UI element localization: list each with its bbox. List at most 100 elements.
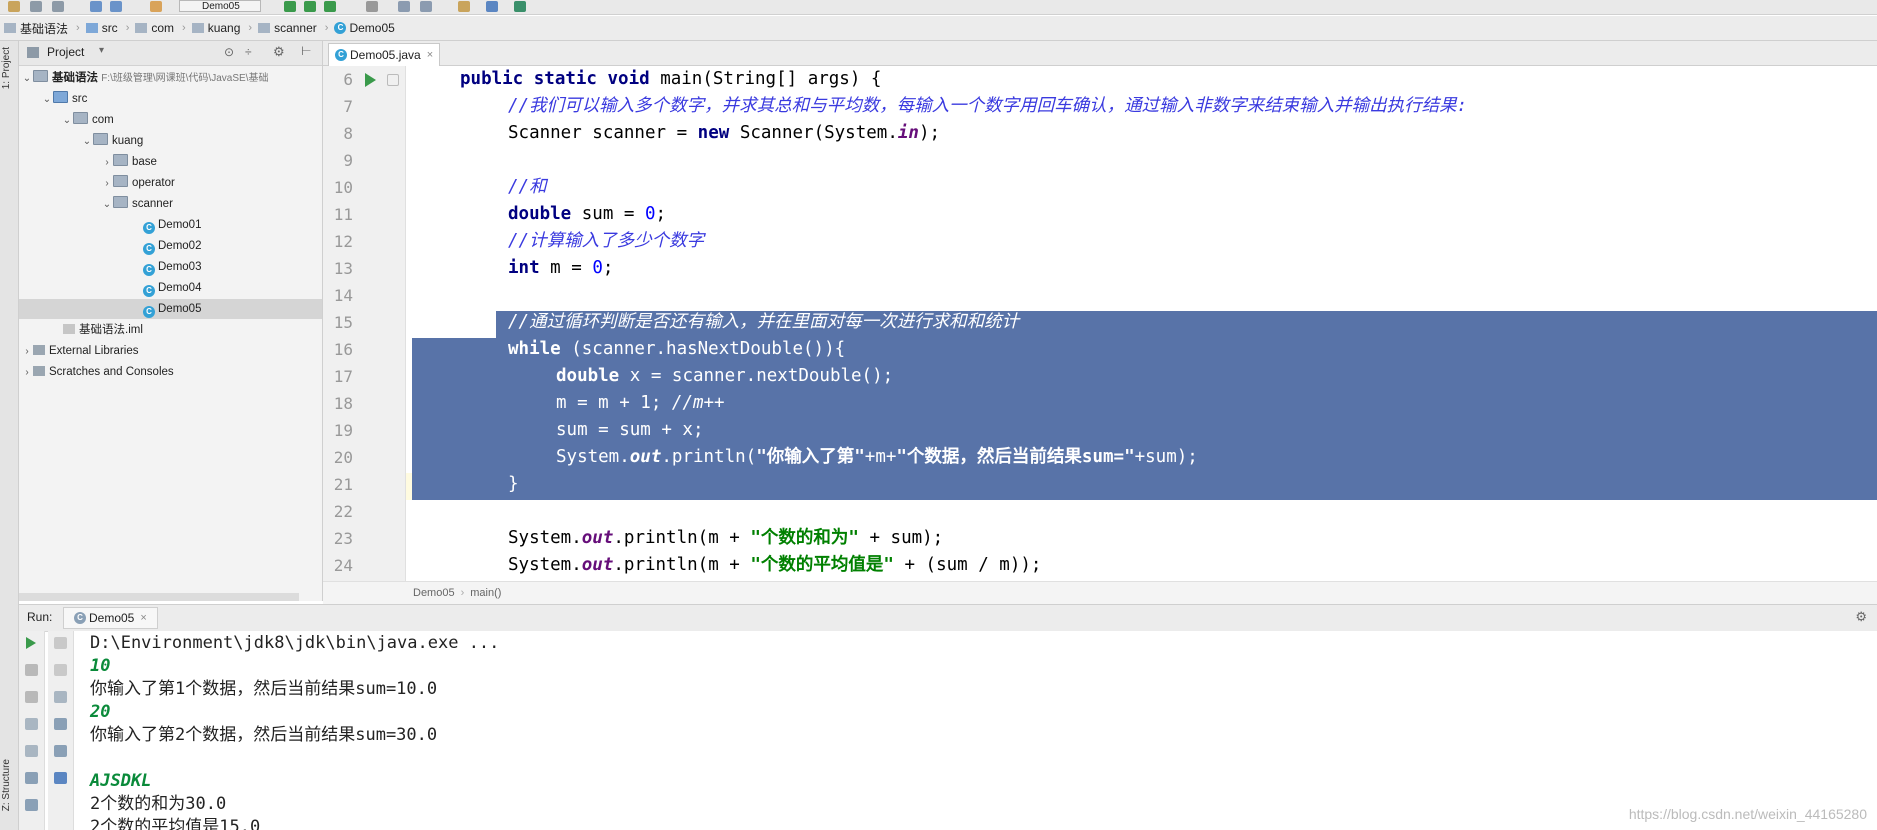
tree-item-scratches[interactable]: › Scratches and Consoles [21,362,174,382]
chevron-down-icon[interactable]: ▾ [99,45,104,56]
collapse-all-icon[interactable]: ÷ [245,45,252,59]
crumb-kuang[interactable]: kuang [188,18,247,38]
console-output[interactable]: D:\Environment\jdk8\jdk\bin\java.exe ...… [74,631,1877,830]
run-icon[interactable] [284,1,296,12]
arrow-up-icon[interactable] [54,637,67,649]
tree-item-demo05[interactable]: C Demo05 [19,299,322,319]
chevron-down-icon: ⌄ [82,136,92,147]
save-icon[interactable] [30,1,42,12]
tree-item-demo04[interactable]: C Demo04 [143,278,201,298]
close-icon[interactable]: × [427,49,433,61]
crumb-scanner[interactable]: scanner [254,18,323,38]
crumb-method[interactable]: main() [470,587,501,599]
run-gutter-icon[interactable] [365,73,376,87]
close-icon[interactable]: × [140,612,146,624]
fold-icon[interactable] [387,74,399,86]
line-number: 11 [333,205,353,224]
settings-icon[interactable] [458,1,470,12]
hide-panel-icon[interactable]: ⊢ [301,44,311,58]
soft-wrap-icon[interactable] [54,691,67,703]
dump-threads-icon[interactable] [25,718,38,730]
tree-item-demo01[interactable]: C Demo01 [143,215,201,235]
rerun-icon[interactable] [26,637,36,649]
line-number: 18 [333,394,353,413]
tree-item-iml[interactable]: 基础语法.iml [63,320,143,340]
exit-icon[interactable] [25,745,38,757]
file-icon [63,324,75,334]
tree-item-demo02[interactable]: C Demo02 [143,236,201,256]
chevron-right-icon: › [105,157,109,168]
run-panel-header: Run: C Demo05 × ⚙ [19,604,1877,632]
line-number: 14 [333,286,353,305]
debug-icon[interactable] [304,1,316,12]
print-icon[interactable] [54,745,67,757]
run-tab-demo05[interactable]: C Demo05 × [63,607,158,629]
class-icon: C [335,49,347,61]
tree-item-scanner[interactable]: ⌄ scanner [101,194,173,214]
editor-breadcrumb: Demo05 › main() [323,581,1877,604]
tab-demo05-java[interactable]: C Demo05.java × [328,43,441,66]
line-number: 17 [333,367,353,386]
tree-item-demo03[interactable]: C Demo03 [143,257,201,277]
crumb-class[interactable]: Demo05 [413,587,455,599]
code-line: //通过循环判断是否还有输入，并在里面对每一次进行求和和统计 [508,312,1020,332]
tree-item-external-libraries[interactable]: › External Libraries [21,341,138,361]
crumb-project[interactable]: 基础语法 [0,18,74,38]
chevron-right-icon: › [125,22,130,34]
crumb-demo05[interactable]: C Demo05 [330,18,400,38]
tree-item-kuang[interactable]: ⌄ kuang [81,131,143,151]
vcs-icon[interactable] [398,1,410,12]
chevron-right-icon: › [460,587,465,599]
line-number: 9 [343,151,353,170]
layout-icon[interactable] [25,772,38,784]
code-line: System.out.println("你输入了第"+m+"个数据，然后当前结果… [556,447,1198,467]
console-input-line: AJSDKL [90,771,152,791]
forward-icon[interactable] [110,1,122,12]
line-number: 7 [343,97,353,116]
line-number: 22 [333,502,353,521]
tree-item-operator[interactable]: › operator [101,173,175,193]
code-line: while (scanner.hasNextDouble()){ [508,339,846,359]
project-view-select[interactable]: Project [47,45,84,59]
scratches-icon [33,366,45,376]
tree-item-base[interactable]: › base [101,152,157,172]
structure-tool-tab[interactable]: Z: Structure [1,759,12,811]
console-input-line: 20 [90,702,111,722]
gear-icon[interactable]: ⚙ [1855,609,1867,625]
open-icon[interactable] [8,1,20,12]
horizontal-scrollbar[interactable] [19,593,299,601]
sync-icon[interactable] [52,1,64,12]
code-line: //我们可以输入多个数字，并求其总和与平均数，每输入一个数字用回车确认，通过输入… [508,96,1468,116]
pin-icon[interactable] [25,799,38,811]
stop-icon[interactable] [25,664,38,676]
project-structure-icon[interactable] [486,1,498,12]
back-icon[interactable] [90,1,102,12]
coverage-icon[interactable] [324,1,336,12]
pause-icon[interactable] [25,691,38,703]
chevron-right-icon: › [248,22,253,34]
crumb-com[interactable]: com [131,18,180,38]
trash-icon[interactable] [54,772,67,784]
stop-icon[interactable] [366,1,378,12]
folder-icon [113,154,128,166]
tree-item-com[interactable]: ⌄ com [61,110,114,130]
tree-item-root[interactable]: ⌄ 基础语法 F:\班级管理\网课班\代码\JavaSE\基础 [21,68,268,88]
line-number: 13 [333,259,353,278]
arrow-down-icon[interactable] [54,664,67,676]
locate-icon[interactable]: ⊙ [224,45,234,59]
project-tool-tab[interactable]: 1: Project [1,47,12,89]
project-panel-header: Project ▾ ⊙ ÷ ⚙ ⊢ [19,41,322,66]
run-config-select[interactable]: Demo05 [179,0,261,12]
line-number: 8 [343,124,353,143]
gear-icon[interactable]: ⚙ [273,44,285,60]
code-line: m = m + 1; //m++ [556,393,725,413]
structure-icon[interactable] [420,1,432,12]
scroll-to-end-icon[interactable] [54,718,67,730]
code-lines[interactable]: public static void main(String[] args) {… [412,66,1877,581]
build-icon[interactable] [150,1,162,12]
sdk-icon[interactable] [514,1,526,12]
code-line: //和 [508,177,547,197]
crumb-src[interactable]: src [82,18,124,38]
folder-icon [93,133,108,145]
tree-item-src[interactable]: ⌄ src [41,89,87,109]
